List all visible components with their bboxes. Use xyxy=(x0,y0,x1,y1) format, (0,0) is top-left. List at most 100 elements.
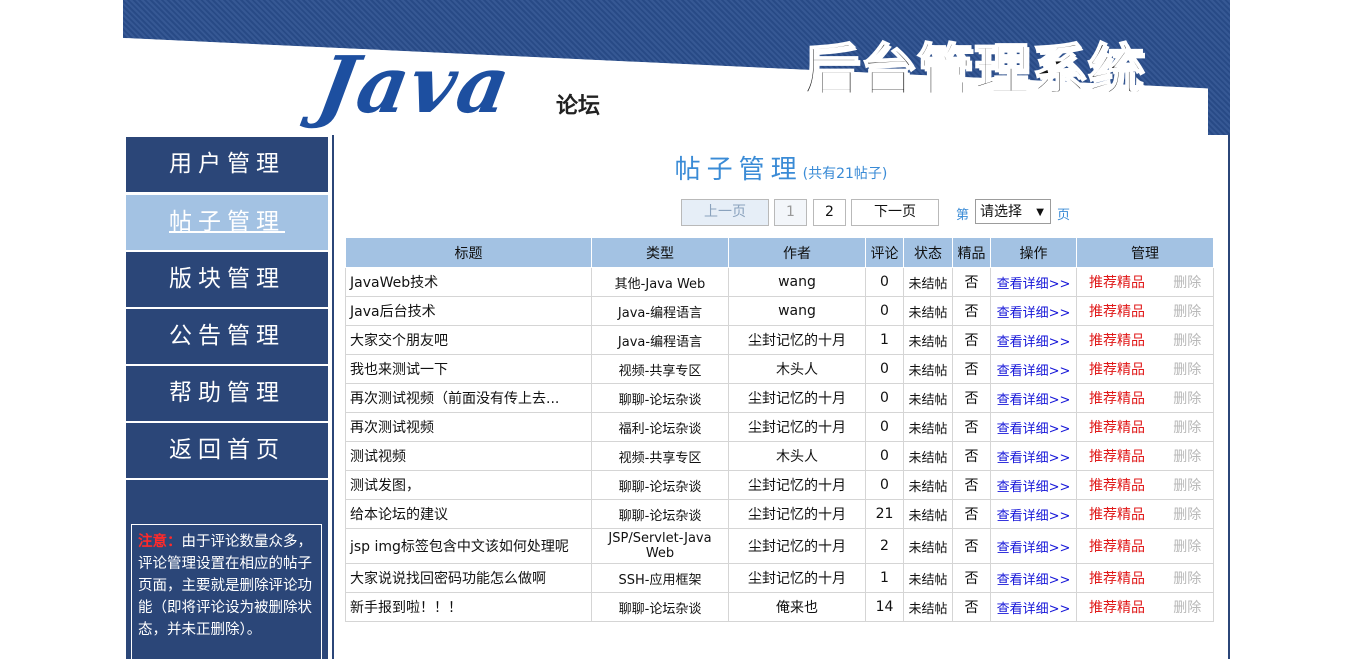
next-page-button[interactable]: 下一页 xyxy=(851,199,939,226)
view-details-link[interactable]: 查看详细>> xyxy=(990,325,1077,355)
recommend-link[interactable]: 推荐精品 xyxy=(1076,499,1162,529)
delete-link[interactable]: 删除 xyxy=(1161,383,1214,413)
column-header-author: 作者 xyxy=(728,237,866,268)
table-cell-status: 未结帖 xyxy=(903,499,953,529)
table-cell-featured: 否 xyxy=(952,470,991,500)
table-cell-title: 再次测试视频 xyxy=(345,412,592,442)
table-cell-title: 新手报到啦！！！ xyxy=(345,592,592,622)
table-cell-title: 测试视频 xyxy=(345,441,592,471)
table-cell-comments: 0 xyxy=(865,441,904,471)
notice-label: 注意： xyxy=(138,534,182,550)
delete-link[interactable]: 删除 xyxy=(1161,563,1214,593)
table-cell-status: 未结帖 xyxy=(903,325,953,355)
recommend-link[interactable]: 推荐精品 xyxy=(1076,528,1162,564)
recommend-link[interactable]: 推荐精品 xyxy=(1076,383,1162,413)
recommend-link[interactable]: 推荐精品 xyxy=(1076,412,1162,442)
delete-link[interactable]: 删除 xyxy=(1161,296,1214,326)
page-select-value: 请选择 xyxy=(980,204,1022,220)
column-header-manage: 管理 xyxy=(1076,237,1214,268)
table-row: 大家交个朋友吧 Java-编程语言 尘封记忆的十月 1 未结帖否查看详细>> 推荐精品 删除 xyxy=(345,325,1214,355)
recommend-link[interactable]: 推荐精品 xyxy=(1076,470,1162,500)
recommend-link[interactable]: 推荐精品 xyxy=(1076,563,1162,593)
page-jump-suffix: 页 xyxy=(1057,208,1071,223)
sidebar-item-posts[interactable]: 帖子管理 xyxy=(126,195,328,250)
delete-link[interactable]: 删除 xyxy=(1161,267,1214,297)
table-cell-comments: 0 xyxy=(865,412,904,442)
page-button-1[interactable]: 1 xyxy=(774,199,807,226)
sidebar-item-users[interactable]: 用户管理 xyxy=(126,137,328,192)
view-details-link[interactable]: 查看详细>> xyxy=(990,267,1077,297)
prev-page-button[interactable]: 上一页 xyxy=(681,199,769,226)
delete-link[interactable]: 删除 xyxy=(1161,592,1214,622)
header-banner: Java 论坛 后台管理系统 xyxy=(123,0,1230,135)
delete-link[interactable]: 删除 xyxy=(1161,354,1214,384)
sidebar-item-announcements[interactable]: 公告管理 xyxy=(126,309,328,364)
view-details-link[interactable]: 查看详细>> xyxy=(990,528,1077,564)
sidebar-item-boards[interactable]: 版块管理 xyxy=(126,252,328,307)
recommend-link[interactable]: 推荐精品 xyxy=(1076,296,1162,326)
table-cell-status: 未结帖 xyxy=(903,441,953,471)
table-cell-title: 大家交个朋友吧 xyxy=(345,325,592,355)
table-cell-author: 木头人 xyxy=(728,441,866,471)
table-cell-featured: 否 xyxy=(952,412,991,442)
system-title: 后台管理系统 xyxy=(802,39,1145,105)
table-cell-author: 尘封记忆的十月 xyxy=(728,499,866,529)
table-cell-title: 我也来测试一下 xyxy=(345,354,592,384)
view-details-link[interactable]: 查看详细>> xyxy=(990,412,1077,442)
table-row: 给本论坛的建议 聊聊-论坛杂谈 尘封记忆的十月 21 未结帖否查看详细>> 推荐精品 删除 xyxy=(345,499,1214,529)
view-details-link[interactable]: 查看详细>> xyxy=(990,441,1077,471)
view-details-link[interactable]: 查看详细>> xyxy=(990,499,1077,529)
view-details-link[interactable]: 查看详细>> xyxy=(990,383,1077,413)
view-details-link[interactable]: 查看详细>> xyxy=(990,470,1077,500)
recommend-link[interactable]: 推荐精品 xyxy=(1076,325,1162,355)
delete-link[interactable]: 删除 xyxy=(1161,470,1214,500)
delete-link[interactable]: 删除 xyxy=(1161,412,1214,442)
table-cell-comments: 1 xyxy=(865,325,904,355)
table-cell-comments: 1 xyxy=(865,563,904,593)
page-title: 帖子管理(共有21帖子) xyxy=(334,149,1228,186)
table-row: 我也来测试一下 视频-共享专区 木头人 0 未结帖否查看详细>> 推荐精品 删除 xyxy=(345,354,1214,384)
table-cell-type: 视频-共享专区 xyxy=(591,441,729,471)
table-cell-featured: 否 xyxy=(952,441,991,471)
table-cell-comments: 21 xyxy=(865,499,904,529)
sidebar: 用户管理 帖子管理 版块管理 公告管理 帮助管理 返回首页 注意：由于评论数量众… xyxy=(123,135,330,672)
view-details-link[interactable]: 查看详细>> xyxy=(990,563,1077,593)
page-button-2[interactable]: 2 xyxy=(813,199,846,226)
sidebar-item-home[interactable]: 返回首页 xyxy=(126,423,328,478)
table-header-row: 标题 类型 作者 评论 状态 精品 操作 管理 xyxy=(345,237,1214,268)
table-cell-featured: 否 xyxy=(952,296,991,326)
recommend-link[interactable]: 推荐精品 xyxy=(1076,354,1162,384)
delete-link[interactable]: 删除 xyxy=(1161,528,1214,564)
delete-link[interactable]: 删除 xyxy=(1161,441,1214,471)
table-cell-status: 未结帖 xyxy=(903,563,953,593)
table-cell-featured: 否 xyxy=(952,267,991,297)
pager: 上一页 1 2 下一页 第 请选择 ▼ 页 xyxy=(334,199,1228,226)
page-select[interactable]: 请选择 ▼ xyxy=(975,199,1051,224)
table-cell-author: 尘封记忆的十月 xyxy=(728,383,866,413)
recommend-link[interactable]: 推荐精品 xyxy=(1076,592,1162,622)
view-details-link[interactable]: 查看详细>> xyxy=(990,296,1077,326)
recommend-link[interactable]: 推荐精品 xyxy=(1076,441,1162,471)
table-cell-featured: 否 xyxy=(952,354,991,384)
table-cell-type: 聊聊-论坛杂谈 xyxy=(591,499,729,529)
table-cell-status: 未结帖 xyxy=(903,470,953,500)
table-cell-type: 聊聊-论坛杂谈 xyxy=(591,383,729,413)
table-cell-comments: 0 xyxy=(865,470,904,500)
view-details-link[interactable]: 查看详细>> xyxy=(990,592,1077,622)
column-header-type: 类型 xyxy=(591,237,729,268)
table-cell-comments: 2 xyxy=(865,528,904,564)
table-row: 大家说说找回密码功能怎么做啊 SSH-应用框架 尘封记忆的十月 1 未结帖否查看详细>>… xyxy=(345,563,1214,593)
table-cell-title: 测试发图， xyxy=(345,470,592,500)
table-cell-comments: 0 xyxy=(865,267,904,297)
delete-link[interactable]: 删除 xyxy=(1161,499,1214,529)
table-row: JavaWeb技术 其他-Java Web wang 0 未结帖否查看详细>> 推荐精品删… xyxy=(345,267,1214,297)
delete-link[interactable]: 删除 xyxy=(1161,325,1214,355)
table-row: 再次测试视频（前面没有传上去... 聊聊-论坛杂谈 尘封记忆的十月 0 未结帖否查看详细… xyxy=(345,383,1214,413)
table-cell-type: SSH-应用框架 xyxy=(591,563,729,593)
table-cell-status: 未结帖 xyxy=(903,592,953,622)
recommend-link[interactable]: 推荐精品 xyxy=(1076,267,1162,297)
table-row: 再次测试视频 福利-论坛杂谈 尘封记忆的十月 0 未结帖否查看详细>> 推荐精品 删除 xyxy=(345,412,1214,442)
view-details-link[interactable]: 查看详细>> xyxy=(990,354,1077,384)
sidebar-item-help[interactable]: 帮助管理 xyxy=(126,366,328,421)
posts-table: 标题 类型 作者 评论 状态 精品 操作 管理 JavaWeb技术 其他-Java… xyxy=(345,237,1214,622)
